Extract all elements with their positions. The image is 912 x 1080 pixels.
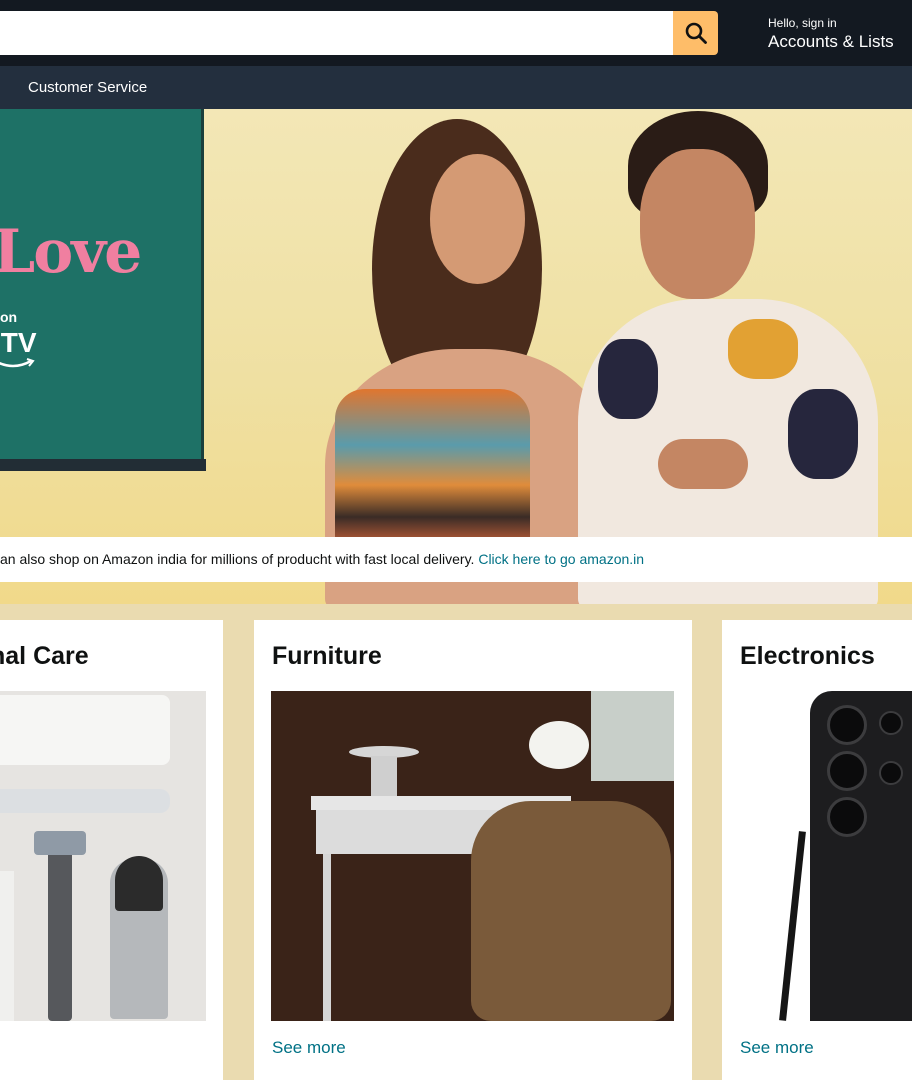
see-more-link[interactable]: See more — [740, 1038, 814, 1058]
nav-customer-service[interactable]: Customer Service — [28, 79, 147, 96]
tv-stand — [0, 459, 206, 471]
card-furniture: Furniture See more — [254, 620, 692, 1080]
smile-arrow-icon — [0, 358, 35, 368]
card-title: Furniture — [272, 642, 382, 670]
hero-love-text: Love — [0, 217, 142, 287]
account-menu[interactable]: Hello, sign in Accounts & Lists — [768, 15, 894, 53]
hero-brand-bottom: iTV — [0, 327, 37, 358]
electronics-image[interactable] — [739, 691, 912, 1021]
search-input[interactable] — [0, 11, 674, 55]
card-personal-care: nal Care — [0, 620, 223, 1080]
hero-banner[interactable]: Love zon iTV — [0, 109, 912, 604]
search-button[interactable] — [673, 11, 718, 55]
search-icon — [685, 22, 707, 44]
card-title: Electronics — [740, 642, 875, 670]
see-more-link[interactable]: See more — [272, 1038, 346, 1058]
notice-text: an also shop on Amazon india for million… — [0, 551, 479, 567]
hero-brand-top: zon — [0, 309, 18, 325]
personal-care-image[interactable] — [0, 691, 206, 1021]
card-title: nal Care — [0, 642, 89, 670]
account-lists-label: Accounts & Lists — [768, 32, 894, 51]
nav-bar: Customer Service — [0, 66, 912, 109]
account-greeting: Hello, sign in — [768, 16, 837, 30]
card-electronics: Electronics See more — [722, 620, 912, 1080]
international-notice: an also shop on Amazon india for million… — [0, 537, 912, 582]
tv-graphic: Love zon iTV — [0, 109, 204, 464]
amazon-in-link[interactable]: Click here to go amazon.in — [478, 551, 644, 567]
furniture-image[interactable] — [271, 691, 674, 1021]
top-header: Hello, sign in Accounts & Lists — [0, 0, 912, 66]
